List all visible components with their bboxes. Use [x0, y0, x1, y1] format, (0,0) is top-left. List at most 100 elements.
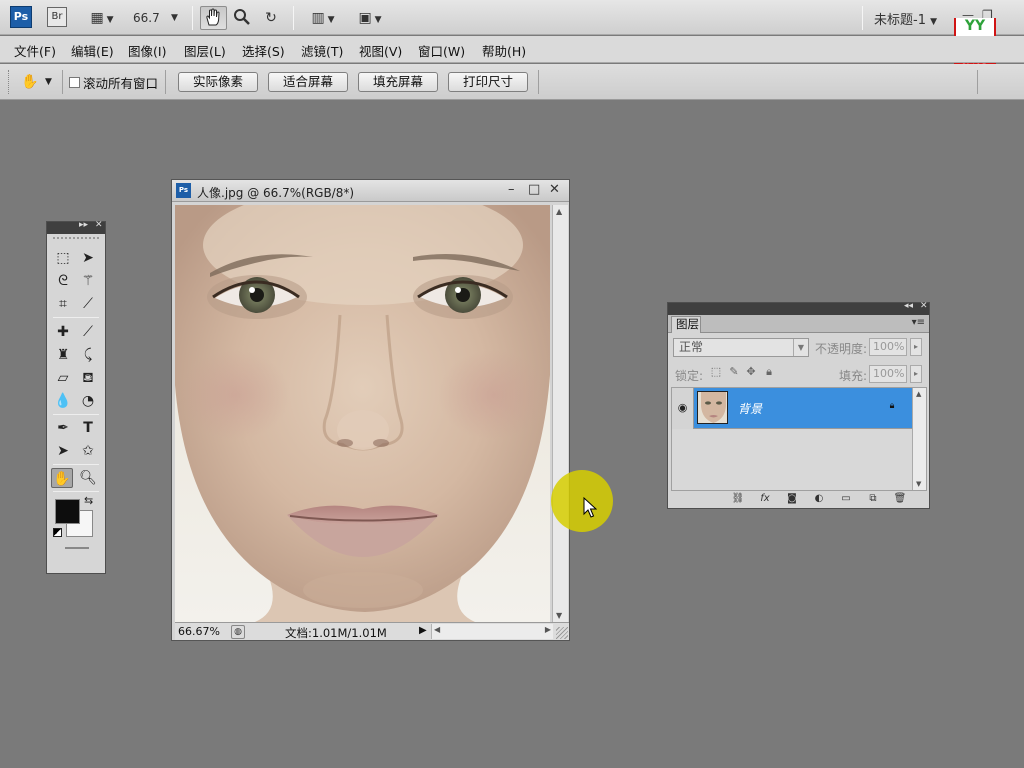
scroll-up-icon[interactable]: ▲: [556, 207, 562, 216]
menu-file[interactable]: 文件(F): [14, 41, 56, 60]
healing-brush-icon[interactable]: ✚: [52, 322, 74, 342]
status-menu-arrow-icon[interactable]: ▶: [419, 625, 427, 636]
path-selection-icon[interactable]: ➤: [52, 441, 74, 461]
workspace-document-switcher[interactable]: 未标题-1 ▼: [874, 9, 937, 28]
layers-panel-header[interactable]: ◂◂ ✕: [668, 301, 929, 315]
blur-icon[interactable]: 💧: [52, 391, 74, 411]
eyedropper-icon[interactable]: ⟋: [77, 294, 99, 314]
scroll-right-icon[interactable]: ▶: [545, 625, 551, 634]
eraser-icon[interactable]: ▱: [52, 368, 74, 388]
hand-tool-button[interactable]: [200, 6, 227, 30]
menu-help[interactable]: 帮助(H): [482, 41, 526, 60]
layer-name[interactable]: 背景: [738, 400, 762, 417]
lock-all-icon[interactable]: 🔒︎: [763, 366, 775, 378]
menu-edit[interactable]: 编辑(E): [71, 41, 114, 60]
foreground-color-swatch[interactable]: [55, 499, 80, 524]
rectangular-marquee-icon[interactable]: ⬚: [52, 248, 74, 268]
options-bar: ✋ ▼ 滚动所有窗口 实际像素 适合屏幕 填充屏幕 打印尺寸: [0, 64, 1024, 100]
menu-select[interactable]: 选择(S): [242, 41, 285, 60]
lock-image-pixels-icon[interactable]: ✎: [728, 366, 740, 378]
layer-style-fx-icon[interactable]: fx: [758, 492, 772, 505]
minimize-button[interactable]: –: [508, 182, 515, 197]
add-layer-mask-icon[interactable]: ◙: [785, 492, 799, 505]
lock-transparent-pixels-icon[interactable]: ⬚: [710, 366, 722, 378]
custom-shape-icon[interactable]: ✩: [77, 441, 99, 461]
lock-position-icon[interactable]: ✥: [745, 366, 757, 378]
status-info-icon[interactable]: ◍: [231, 625, 245, 639]
layer-row[interactable]: ◉ 背景 🔒︎: [672, 388, 912, 429]
hand-icon[interactable]: ✋: [51, 468, 73, 488]
options-bar-grip[interactable]: [8, 70, 12, 94]
zoom-level-dropdown[interactable]: 66.7 ▼: [133, 9, 185, 27]
scroll-up-icon[interactable]: ▲: [916, 390, 921, 398]
menu-view[interactable]: 视图(V): [359, 41, 402, 60]
document-title-bar[interactable]: Ps 人像.jpg @ 66.7%(RGB/8*) – □ ✕: [172, 180, 569, 202]
image-canvas[interactable]: [175, 205, 550, 622]
opacity-slider-arrow-icon[interactable]: ▸: [910, 338, 922, 356]
print-size-button[interactable]: 打印尺寸: [448, 72, 528, 92]
launch-bridge-button[interactable]: Br: [47, 7, 67, 27]
new-layer-icon[interactable]: ⧉: [866, 492, 880, 505]
swap-colors-icon[interactable]: ⇆: [84, 494, 93, 507]
menu-image[interactable]: 图像(I): [128, 41, 166, 60]
adjustment-layer-icon[interactable]: ◐: [812, 492, 826, 505]
history-brush-icon[interactable]: ⤹: [77, 345, 99, 365]
pen-icon[interactable]: ✒: [52, 418, 74, 438]
screen-mode-button[interactable]: ▣ ▼: [352, 8, 388, 28]
layer-visibility-eye-icon[interactable]: ◉: [672, 388, 694, 429]
opacity-field[interactable]: 100%: [869, 338, 907, 356]
mouse-cursor-icon: [583, 497, 597, 518]
layers-panel-footer: ⛓ fx ◙ ◐ ▭ ⧉ 🗑︎: [671, 492, 927, 506]
default-colors-icon[interactable]: [53, 528, 62, 537]
clone-stamp-icon[interactable]: ♜: [52, 345, 74, 365]
options-divider: [62, 70, 63, 94]
dodge-icon[interactable]: ◔: [77, 391, 99, 411]
blend-mode-select[interactable]: 正常 ▼: [673, 338, 809, 357]
link-layers-icon[interactable]: ⛓: [731, 492, 745, 505]
fill-slider-arrow-icon[interactable]: ▸: [910, 365, 922, 383]
type-icon[interactable]: T: [77, 418, 99, 438]
zoom-icon[interactable]: 🔍︎: [77, 468, 99, 488]
tool-preset-picker[interactable]: ✋ ▼: [16, 70, 58, 94]
menu-layer[interactable]: 图层(L): [184, 41, 226, 60]
collapse-panel-icon[interactable]: ◂◂: [904, 301, 913, 311]
crop-icon[interactable]: ⌗: [52, 294, 74, 314]
tools-panel-grip[interactable]: [53, 237, 99, 245]
scroll-down-icon[interactable]: ▼: [556, 611, 562, 620]
status-zoom-level[interactable]: 66.67%: [178, 625, 226, 639]
horizontal-scrollbar[interactable]: ◀ ▶: [431, 624, 553, 639]
menu-filter[interactable]: 滤镜(T): [301, 41, 343, 60]
scroll-down-icon[interactable]: ▼: [916, 480, 921, 488]
vertical-scrollbar[interactable]: ▲ ▼: [552, 205, 568, 622]
delete-layer-icon[interactable]: 🗑︎: [893, 492, 907, 505]
scroll-left-icon[interactable]: ◀: [434, 625, 440, 634]
tools-panel-header[interactable]: ▸▸ ✕: [47, 220, 105, 234]
close-icon[interactable]: ✕: [95, 220, 103, 230]
lasso-icon[interactable]: ᘓ: [52, 271, 74, 291]
fill-field[interactable]: 100%: [869, 365, 907, 383]
move-icon[interactable]: ➤: [77, 248, 99, 268]
view-extras-button[interactable]: ▦ ▼: [84, 8, 120, 28]
paint-bucket-icon[interactable]: ⛾: [77, 368, 99, 388]
scroll-all-windows-checkbox[interactable]: [69, 77, 80, 88]
brand-logo-mark: YY: [956, 18, 994, 36]
rotate-view-button[interactable]: ↻: [259, 8, 283, 28]
zoom-tool-button[interactable]: [231, 8, 253, 28]
maximize-button[interactable]: □: [528, 182, 540, 197]
fit-screen-button[interactable]: 适合屏幕: [268, 72, 348, 92]
window-resize-grip[interactable]: [556, 627, 568, 639]
new-group-icon[interactable]: ▭: [839, 492, 853, 505]
brush-icon[interactable]: ⟋: [77, 322, 99, 342]
panel-menu-icon[interactable]: ▾≡: [912, 317, 925, 328]
layer-list-scrollbar[interactable]: ▲ ▼: [912, 388, 926, 490]
tab-layers[interactable]: 图层: [671, 316, 701, 333]
close-icon[interactable]: ✕: [920, 301, 928, 311]
quick-mask-button[interactable]: [65, 547, 89, 549]
close-button[interactable]: ✕: [549, 182, 560, 197]
magic-wand-icon[interactable]: ⚚: [77, 271, 99, 291]
menu-window[interactable]: 窗口(W): [418, 41, 465, 60]
actual-pixels-button[interactable]: 实际像素: [178, 72, 258, 92]
arrange-documents-button[interactable]: ▥ ▼: [305, 8, 341, 28]
collapse-panel-icon[interactable]: ▸▸: [79, 220, 88, 230]
fill-screen-button[interactable]: 填充屏幕: [358, 72, 438, 92]
